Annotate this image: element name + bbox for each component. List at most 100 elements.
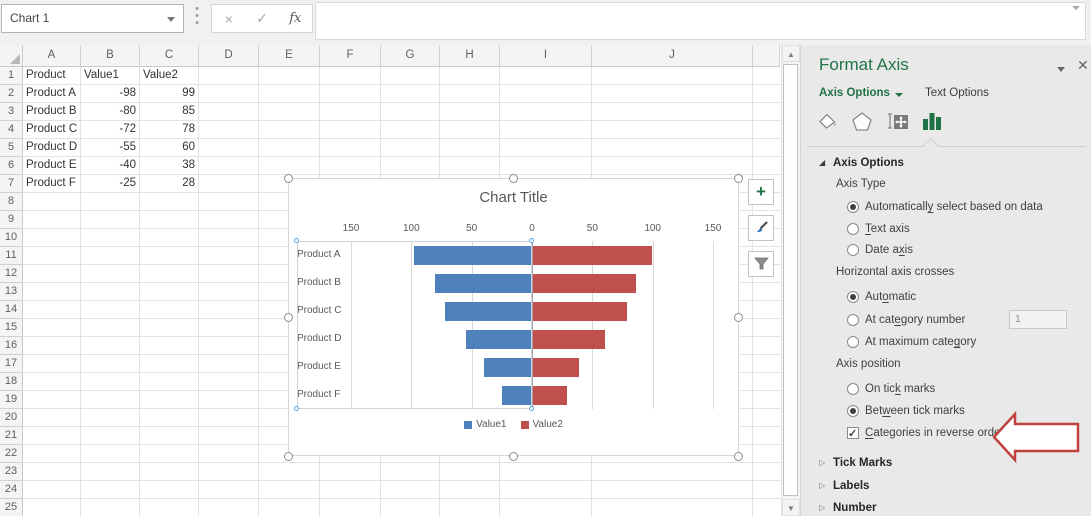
axis-selection-handle[interactable]	[529, 406, 534, 411]
expand-icon-labels[interactable]: ▷	[819, 481, 825, 491]
column-header-G[interactable]: G	[381, 45, 440, 67]
row-header-24[interactable]: 24	[0, 481, 23, 499]
scrollbar-thumb[interactable]	[783, 64, 798, 496]
cell-B7[interactable]: -25	[81, 175, 140, 193]
axis-selection-handle[interactable]	[294, 406, 299, 411]
row-header-2[interactable]: 2	[0, 85, 23, 103]
formula-bar-expand-icon[interactable]	[1072, 6, 1080, 10]
chart-selection-handle[interactable]	[734, 174, 743, 183]
row-header-19[interactable]: 19	[0, 391, 23, 409]
chart-elements-button[interactable]: +	[748, 179, 774, 205]
row-header-6[interactable]: 6	[0, 157, 23, 175]
column-header-C[interactable]: C	[140, 45, 199, 67]
size-properties-icon[interactable]	[882, 106, 912, 136]
row-header-11[interactable]: 11	[0, 247, 23, 265]
row-header-10[interactable]: 10	[0, 229, 23, 247]
chart-legend[interactable]: Value1Value2	[289, 419, 738, 430]
bar-value2-product-e[interactable]	[533, 358, 579, 377]
tab-text-options[interactable]: Text Options	[925, 87, 989, 99]
enter-icon[interactable]: ✓	[247, 10, 277, 27]
cell-A3[interactable]: Product B	[23, 103, 81, 121]
insert-function-icon[interactable]: fx	[280, 11, 310, 26]
cell-B2[interactable]: -98	[81, 85, 140, 103]
option-label-at-category-number[interactable]: At category number	[865, 311, 965, 329]
bar-value2-product-b[interactable]	[533, 274, 636, 293]
radio-at-maximum-category[interactable]	[847, 336, 859, 348]
row-header-7[interactable]: 7	[0, 175, 23, 193]
chart-selection-handle[interactable]	[284, 313, 293, 322]
effects-icon[interactable]	[847, 106, 877, 136]
chart-title[interactable]: Chart Title	[289, 189, 738, 206]
row-header-17[interactable]: 17	[0, 355, 23, 373]
column-header-B[interactable]: B	[81, 45, 140, 67]
cell-A7[interactable]: Product F	[23, 175, 81, 193]
chart-selection-handle[interactable]	[284, 174, 293, 183]
column-header-I[interactable]: I	[500, 45, 592, 67]
pane-close-icon[interactable]: ✕	[1077, 57, 1089, 74]
section-row-axis-options[interactable]: ◢ Axis Options	[801, 154, 1091, 172]
axis-options-chart-icon[interactable]	[917, 106, 947, 136]
category-number-input[interactable]: 1	[1009, 310, 1067, 329]
option-row-on-tick-marks[interactable]: On tick marks	[801, 380, 1091, 398]
cell-B3[interactable]: -80	[81, 103, 140, 121]
formula-bar[interactable]	[315, 2, 1086, 40]
radio-text-axis[interactable]	[847, 223, 859, 235]
select-all-button[interactable]	[0, 45, 23, 67]
cell-B4[interactable]: -72	[81, 121, 140, 139]
row-header-18[interactable]: 18	[0, 373, 23, 391]
cell-C3[interactable]: 85	[140, 103, 199, 121]
chart-selection-handle[interactable]	[734, 452, 743, 461]
option-label-automatically-select-based-on-data[interactable]: Automatically select based on data	[865, 198, 1043, 216]
section-row-labels[interactable]: ▷Labels	[801, 477, 1091, 495]
bar-value2-product-a[interactable]	[533, 246, 652, 265]
option-label-on-tick-marks[interactable]: On tick marks	[865, 380, 935, 398]
radio-date-axis[interactable]	[847, 244, 859, 256]
cell-C6[interactable]: 38	[140, 157, 199, 175]
scroll-up-icon[interactable]: ▲	[782, 45, 800, 62]
column-header-E[interactable]: E	[259, 45, 320, 67]
option-row-date-axis[interactable]: Date axis	[801, 241, 1091, 259]
row-header-5[interactable]: 5	[0, 139, 23, 157]
name-box[interactable]: Chart 1	[1, 4, 184, 33]
cancel-icon[interactable]: ×	[214, 11, 244, 27]
chart-filters-button[interactable]	[748, 251, 774, 277]
option-label-between-tick-marks[interactable]: Between tick marks	[865, 402, 965, 420]
chart-selection-handle[interactable]	[284, 452, 293, 461]
column-header-A[interactable]: A	[23, 45, 81, 67]
axis-selection-handle[interactable]	[529, 238, 534, 243]
column-header-F[interactable]: F	[320, 45, 381, 67]
expand-icon-tick-marks[interactable]: ▷	[819, 458, 825, 468]
section-header-axis-options[interactable]: Axis Options	[833, 154, 904, 172]
cell-A6[interactable]: Product E	[23, 157, 81, 175]
chart-object[interactable]: Chart Title 15010050050100150Product APr…	[288, 178, 739, 456]
row-header-9[interactable]: 9	[0, 211, 23, 229]
option-label-automatic[interactable]: Automatic	[865, 288, 916, 306]
row-header-8[interactable]: 8	[0, 193, 23, 211]
collapse-icon-axis-options[interactable]: ◢	[819, 158, 825, 168]
axis-selection-handle[interactable]	[294, 238, 299, 243]
cell-A1[interactable]: Product	[23, 67, 81, 85]
row-header-1[interactable]: 1	[0, 67, 23, 85]
name-box-dropdown-icon[interactable]	[167, 17, 175, 22]
radio-at-category-number[interactable]	[847, 314, 859, 326]
radio-automatic[interactable]	[847, 291, 859, 303]
row-header-4[interactable]: 4	[0, 121, 23, 139]
legend-item-value1[interactable]: Value1	[464, 419, 506, 430]
column-header-partial[interactable]	[753, 45, 780, 67]
axis-options-dropdown-icon[interactable]	[895, 93, 903, 97]
bar-value2-product-f[interactable]	[533, 386, 567, 405]
option-row-text-axis[interactable]: Text axis	[801, 220, 1091, 238]
scroll-down-icon[interactable]: ▼	[782, 499, 800, 516]
cell-B1[interactable]: Value1	[81, 67, 140, 85]
section-header-tick-marks[interactable]: Tick Marks	[833, 454, 892, 472]
cell-A4[interactable]: Product C	[23, 121, 81, 139]
radio-automatically-select-based-on-data[interactable]	[847, 201, 859, 213]
pane-chevron-down-icon[interactable]	[1057, 67, 1065, 72]
cell-C2[interactable]: 99	[140, 85, 199, 103]
row-header-13[interactable]: 13	[0, 283, 23, 301]
column-header-D[interactable]: D	[199, 45, 259, 67]
option-row-automatically-select-based-on-data[interactable]: Automatically select based on data	[801, 198, 1091, 216]
checkbox-categories-in-reverse-order[interactable]: ✓	[847, 427, 859, 439]
chart-selection-handle[interactable]	[734, 313, 743, 322]
row-header-22[interactable]: 22	[0, 445, 23, 463]
